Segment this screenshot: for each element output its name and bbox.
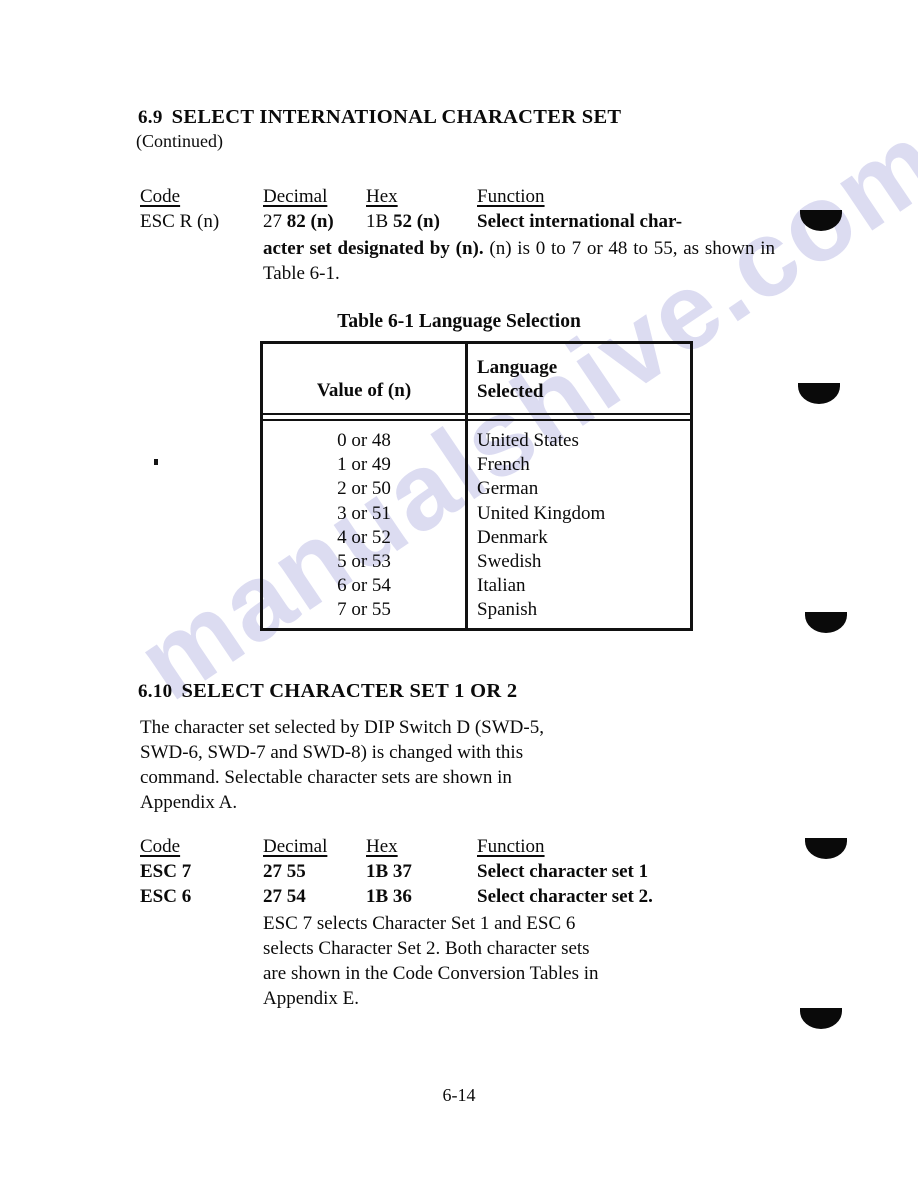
column-header-decimal: Decimal <box>263 186 328 207</box>
table-row: 2 or 50 <box>337 478 391 500</box>
table-column-divider <box>465 344 468 628</box>
cell-function-start: Select international char- <box>477 211 683 232</box>
cell-decimal: 27 54 <box>263 886 306 907</box>
table-header-language: Language Selected <box>477 356 557 404</box>
column-header-function: Function <box>477 186 545 207</box>
cell-hex-plain: 1B <box>366 211 393 232</box>
note-line: ESC 7 selects Character Set 1 and ESC 6 <box>263 913 576 934</box>
table-61: Value of (n) Language Selected 0 or 48 1… <box>260 341 693 631</box>
table-row: 4 or 52 <box>337 526 391 548</box>
code-table-610-note: ESC 7 selects Character Set 1 and ESC 6 … <box>263 911 775 1011</box>
section-610-number: 6.10 <box>138 681 173 702</box>
cell-hex: 1B 52 (n) <box>366 211 440 233</box>
document-page: manualshive.com 6.9 SELECT INTERNATIONAL … <box>0 0 918 1188</box>
function-bold-continued: acter set designated by (n). <box>263 238 484 259</box>
table-row: United States <box>477 430 579 451</box>
table-row: Denmark <box>477 526 548 548</box>
cell-function: Select character set 2. <box>477 886 653 907</box>
cell-function: Select character set 1 <box>477 861 649 882</box>
cell-decimal-plain: 27 <box>263 211 287 232</box>
cell-code: ESC 7 <box>140 861 192 882</box>
column-header-hex: Hex <box>366 186 398 207</box>
table-header-divider-top <box>263 413 690 415</box>
table-row: German <box>477 478 539 500</box>
table-row: 5 or 53 <box>337 551 391 573</box>
note-line: selects Character Set 2. Both character … <box>263 938 590 959</box>
paragraph-line: The character set selected by DIP Switch… <box>140 717 544 738</box>
table-row: 7 or 55 <box>337 599 391 621</box>
binding-mark-icon <box>800 1008 842 1029</box>
cell-decimal: 27 82 (n) <box>263 211 334 233</box>
table-row: 3 or 51 <box>337 502 391 524</box>
table-row: Spanish <box>477 599 538 621</box>
table-header-divider-bottom <box>263 419 690 421</box>
code-table-69-function-continuation: acter set designated by (n). (n) is 0 to… <box>263 236 775 286</box>
table-header-language-line2: Selected <box>477 381 544 402</box>
cell-decimal-bold: 82 (n) <box>286 211 334 232</box>
note-line: Appendix E. <box>263 988 360 1009</box>
table-61-caption: Table 6-1 Language Selection <box>337 311 581 332</box>
column-header-code: Code <box>140 186 181 207</box>
table-row: 6 or 54 <box>337 575 391 597</box>
table-column-values: 0 or 48 1 or 49 2 or 50 3 or 51 4 or 52 … <box>263 429 465 623</box>
section-610-paragraph: The character set selected by DIP Switch… <box>140 715 775 815</box>
section-69-title: SELECT INTERNATIONAL CHARACTER SET <box>171 106 622 128</box>
cell-decimal: 27 55 <box>263 861 306 882</box>
section-69-heading: 6.9 SELECT INTERNATIONAL CHARACTER SET <box>138 106 621 129</box>
page-number: 6-14 <box>442 1085 476 1105</box>
table-row: French <box>477 454 530 476</box>
column-header-code: Code <box>140 836 181 857</box>
paragraph-line: command. Selectable character sets are s… <box>140 767 512 788</box>
table-row: Italian <box>477 575 526 597</box>
cell-hex: 1B 36 <box>366 886 412 907</box>
section-610-title: SELECT CHARACTER SET 1 OR 2 <box>181 680 518 702</box>
table-row: 0 or 48 <box>337 430 391 451</box>
column-header-decimal: Decimal <box>263 836 328 857</box>
binding-mark-icon <box>798 383 840 404</box>
paragraph-line: Appendix A. <box>140 792 238 813</box>
cell-hex: 1B 37 <box>366 861 412 882</box>
binding-mark-icon <box>805 612 847 633</box>
cell-code: ESC 6 <box>140 886 192 907</box>
column-header-hex: Hex <box>366 836 398 857</box>
table-column-languages: United States French German United Kingd… <box>477 429 605 623</box>
column-header-function: Function <box>477 836 545 857</box>
paragraph-line: SWD-6, SWD-7 and SWD-8) is changed with … <box>140 742 524 763</box>
section-69-number: 6.9 <box>138 107 163 128</box>
table-header-language-line1: Language <box>477 357 558 378</box>
binding-mark-icon <box>800 210 842 231</box>
note-line: are shown in the Code Conversion Tables … <box>263 963 599 984</box>
cell-code: ESC R (n) <box>140 211 220 232</box>
cell-hex-bold: 52 (n) <box>392 211 440 232</box>
table-row: Swedish <box>477 551 542 573</box>
table-header-value: Value of (n) <box>316 380 412 401</box>
binding-mark-icon <box>805 838 847 859</box>
scan-speck <box>154 459 158 465</box>
table-row: 1 or 49 <box>337 454 391 476</box>
section-610-heading: 6.10 SELECT CHARACTER SET 1 OR 2 <box>138 680 517 703</box>
table-row: United Kingdom <box>477 502 606 524</box>
section-69-continued: (Continued) <box>136 131 223 151</box>
